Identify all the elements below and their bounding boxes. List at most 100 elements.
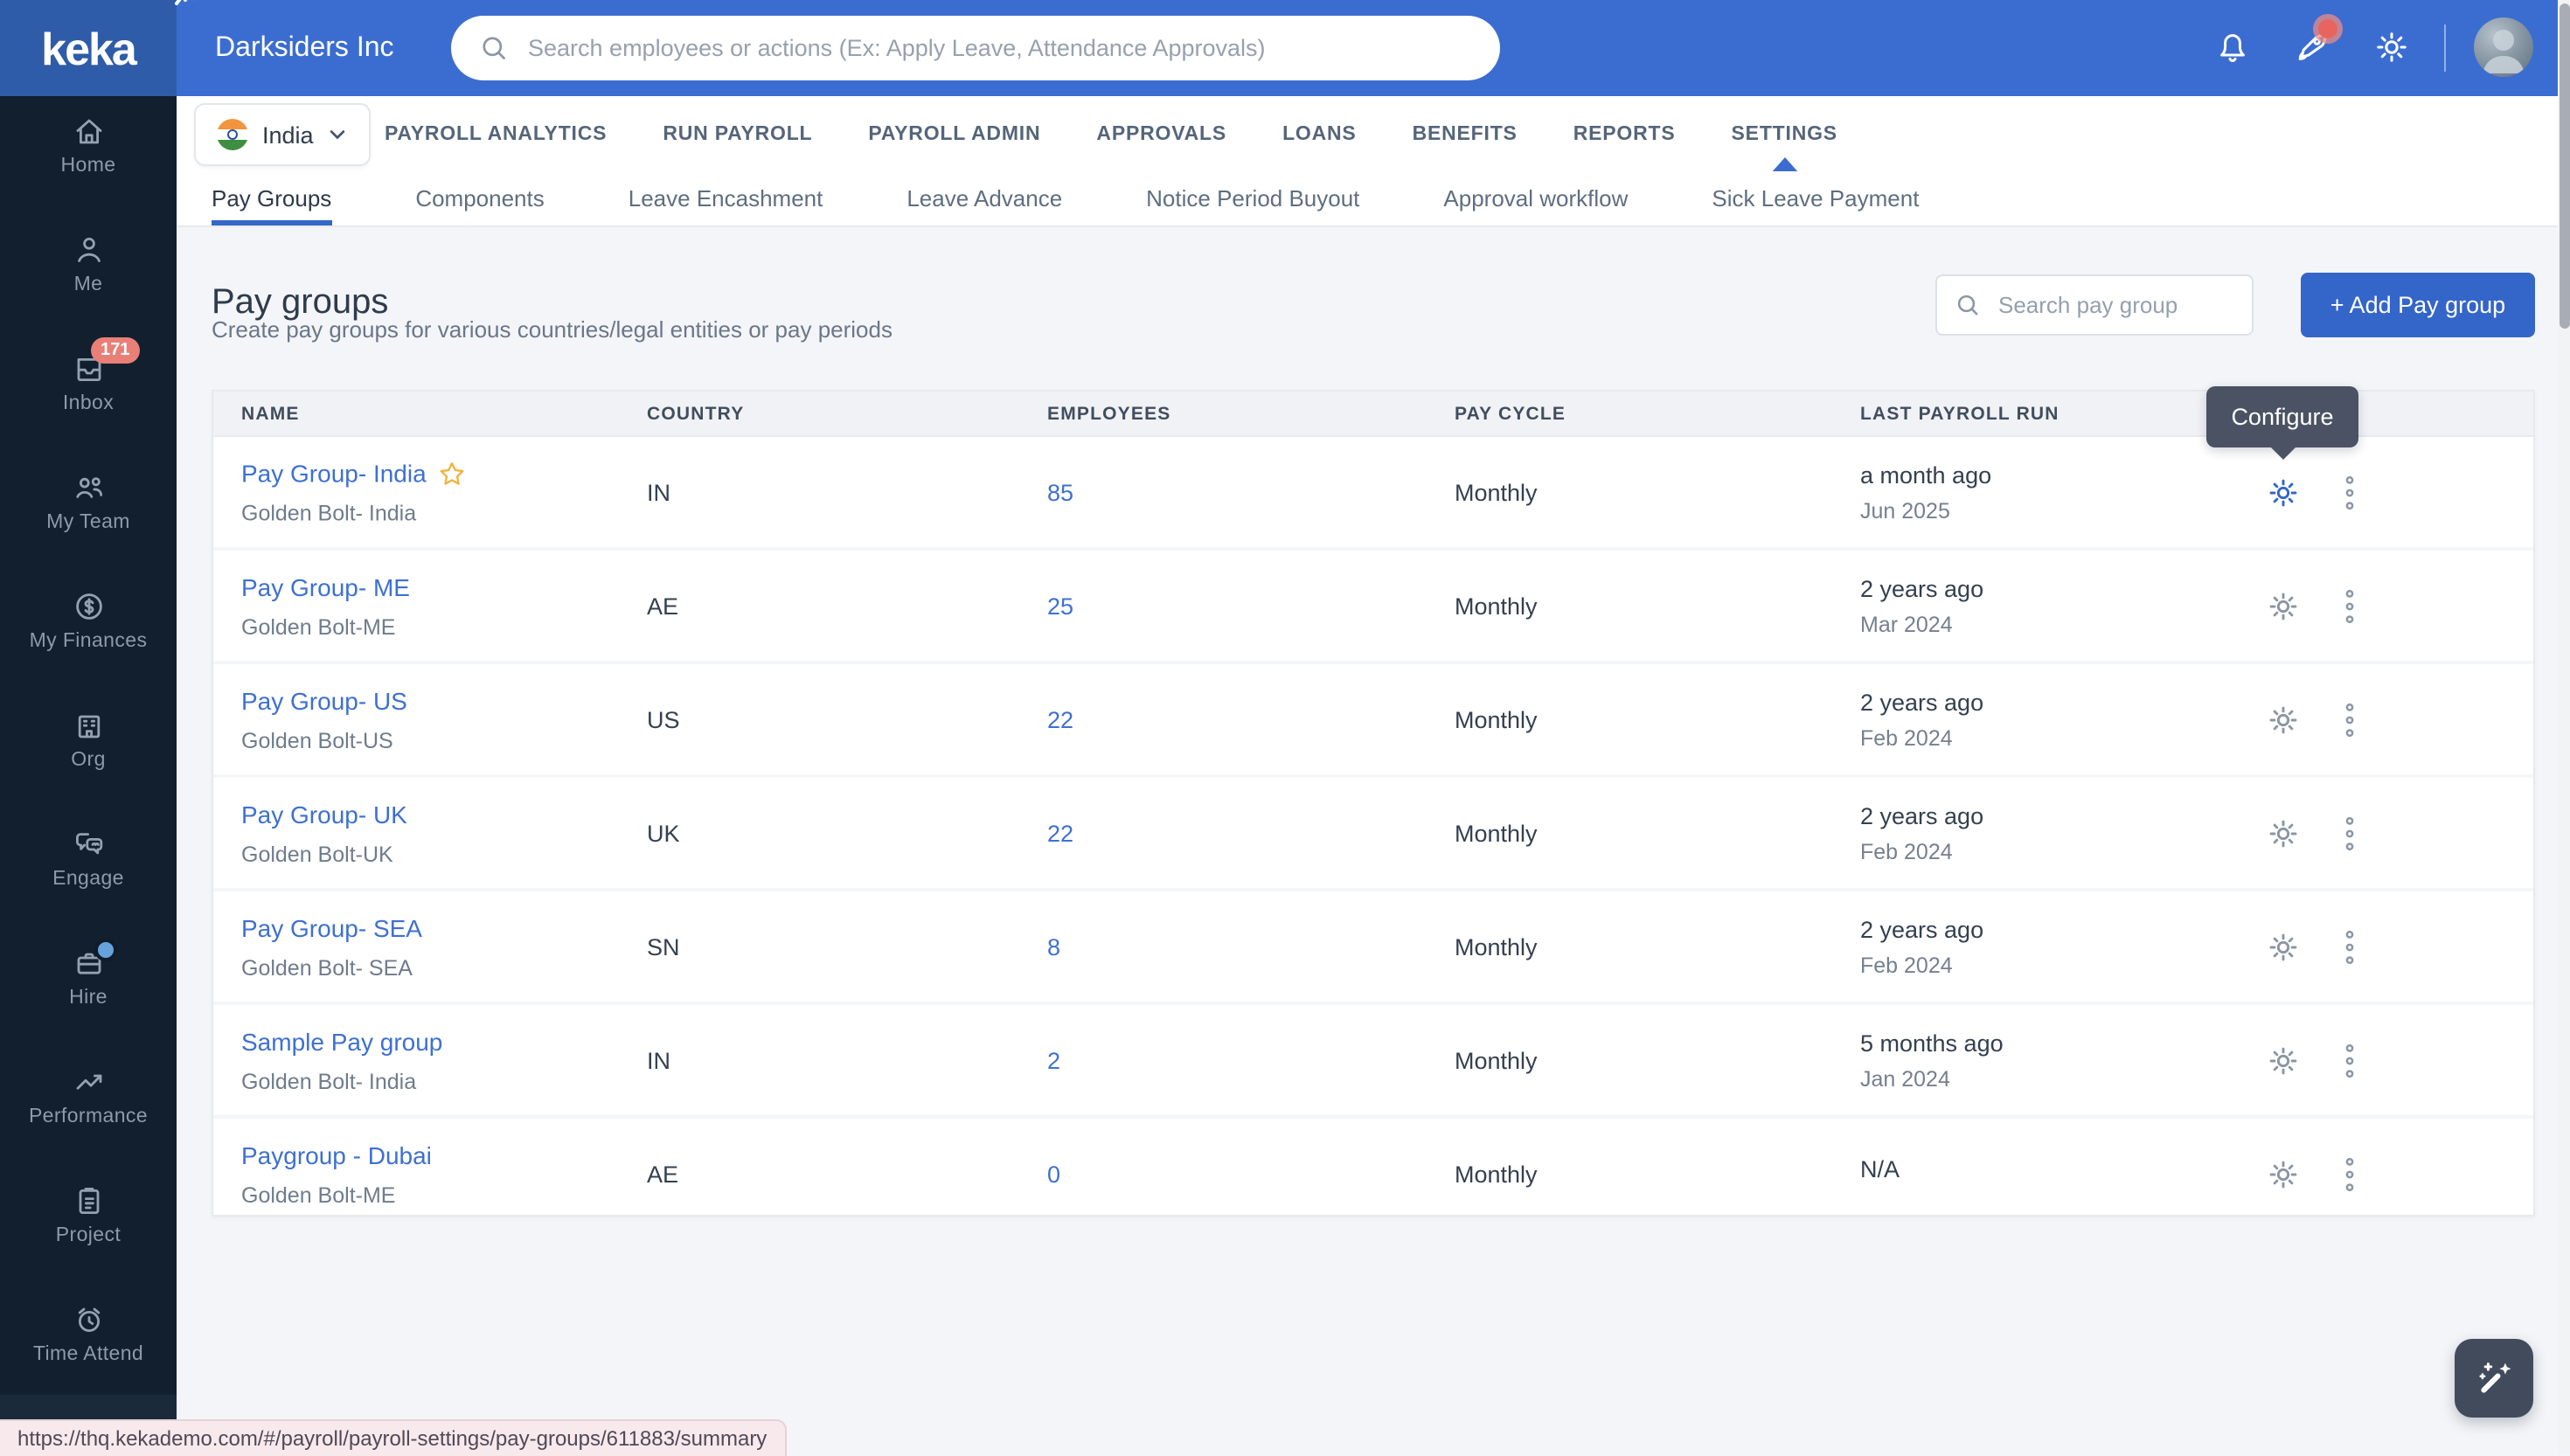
alarm-clock-icon [71, 1302, 106, 1337]
sidebar-item-label: Time Attend [33, 1344, 143, 1365]
pay-group-link[interactable]: Sample Pay group [241, 1027, 442, 1055]
configure-gear-icon[interactable] [2262, 1153, 2304, 1195]
subtab-components[interactable]: Components [415, 171, 544, 225]
row-menu-kebab-icon[interactable] [2329, 926, 2371, 967]
chat-bubbles-icon [71, 827, 106, 862]
tab-run-payroll[interactable]: RUN PAYROLL [663, 96, 812, 171]
user-avatar[interactable] [2474, 17, 2533, 77]
employees-count-link[interactable]: 2 [1047, 1047, 1060, 1073]
subtab-sick-leave-payment[interactable]: Sick Leave Payment [1712, 171, 1919, 225]
subtab-notice-period-buyout[interactable]: Notice Period Buyout [1146, 171, 1359, 225]
configure-gear-icon[interactable] [2262, 698, 2304, 740]
team-icon [71, 470, 106, 505]
last-run-relative: a month ago [1860, 461, 1991, 488]
row-menu-kebab-icon[interactable] [2329, 812, 2371, 854]
configure-gear-icon[interactable] [2262, 471, 2304, 513]
sidebar-item-engage[interactable]: Engage [0, 809, 177, 928]
sidebar-item-label: Project [56, 1225, 121, 1246]
country-code: AE [647, 1161, 678, 1187]
magic-wand-button[interactable] [2455, 1339, 2533, 1418]
hire-notification-dot [94, 939, 116, 961]
nav-tabs: PAYROLL ANALYTICS RUN PAYROLL PAYROLL AD… [385, 96, 1837, 171]
sidebar-item-org[interactable]: Org [0, 690, 177, 809]
subtab-leave-advance[interactable]: Leave Advance [906, 171, 1062, 225]
legal-entity: Golden Bolt- SEA [241, 955, 422, 980]
last-run-relative: 5 months ago [1860, 1030, 2004, 1056]
scrollbar-thumb[interactable] [2559, 3, 2569, 329]
tab-payroll-analytics[interactable]: PAYROLL ANALYTICS [385, 96, 607, 171]
sidebar-item-my-finances[interactable]: My Finances [0, 572, 177, 690]
sidebar-item-label: Inbox [63, 393, 114, 414]
rocket-badge [2318, 19, 2337, 38]
row-menu-kebab-icon[interactable] [2329, 1153, 2371, 1195]
column-last-payroll-run: LAST PAYROLL RUN [1860, 403, 2059, 424]
sidebar-item-time-attend[interactable]: Time Attend [0, 1285, 177, 1404]
table-row: Pay Group- SEA Golden Bolt- SEA SN 8 Mon… [213, 891, 2533, 1005]
last-run-relative: N/A [1860, 1155, 1900, 1182]
country-selector[interactable]: India [194, 103, 372, 166]
favorite-star-icon[interactable] [437, 459, 467, 489]
pay-group-link[interactable]: Pay Group- India [241, 459, 467, 489]
pay-cycle: Monthly [1455, 593, 1538, 619]
global-search[interactable] [451, 16, 1500, 80]
tab-approvals[interactable]: APPROVALS [1096, 96, 1226, 171]
sidebar-item-label: My Finances [30, 631, 148, 652]
row-menu-kebab-icon[interactable] [2329, 585, 2371, 627]
add-pay-group-button[interactable]: + Add Pay group [2301, 273, 2535, 337]
subtab-leave-encashment[interactable]: Leave Encashment [629, 171, 823, 225]
employees-count-link[interactable]: 0 [1047, 1161, 1060, 1187]
pay-group-link[interactable]: Paygroup - Dubai [241, 1141, 432, 1168]
row-menu-kebab-icon[interactable] [2329, 698, 2371, 740]
sidebar-item-my-team[interactable]: My Team [0, 453, 177, 572]
sidebar-item-home[interactable]: Home [0, 96, 177, 215]
sidebar-item-performance[interactable]: Performance [0, 1047, 177, 1166]
pay-group-search-input[interactable] [1995, 290, 2234, 320]
whats-new-rocket-icon[interactable] [2290, 26, 2332, 68]
table-row: Pay Group- US Golden Bolt-US US 22 Month… [213, 664, 2533, 778]
row-menu-kebab-icon[interactable] [2329, 1039, 2371, 1081]
pay-group-link[interactable]: Pay Group- ME [241, 572, 410, 600]
tab-payroll-admin[interactable]: PAYROLL ADMIN [868, 96, 1040, 171]
last-run-relative: 2 years ago [1860, 916, 1983, 942]
configure-gear-icon[interactable] [2262, 812, 2304, 854]
pay-group-link[interactable]: Pay Group- US [241, 686, 407, 714]
pay-group-link[interactable]: Pay Group- UK [241, 800, 407, 828]
table-row: Pay Group- ME Golden Bolt-ME AE 25 Month… [213, 551, 2533, 664]
logo-spark-icon [173, 0, 201, 7]
employees-count-link[interactable]: 85 [1047, 479, 1073, 505]
column-employees: EMPLOYEES [1047, 403, 1171, 424]
configure-tooltip: Configure [2206, 386, 2358, 447]
pay-group-search[interactable] [1935, 274, 2254, 336]
tab-reports[interactable]: REPORTS [1573, 96, 1676, 171]
employees-count-link[interactable]: 22 [1047, 820, 1073, 846]
sidebar-item-hire[interactable]: Hire [0, 928, 177, 1047]
pay-group-link[interactable]: Pay Group- SEA [241, 913, 422, 941]
pay-cycle: Monthly [1455, 933, 1538, 960]
tab-loans[interactable]: LOANS [1282, 96, 1357, 171]
configure-gear-icon[interactable] [2262, 585, 2304, 627]
employees-count-link[interactable]: 22 [1047, 706, 1073, 732]
settings-gear-icon[interactable] [2371, 26, 2413, 68]
global-search-input[interactable] [524, 33, 1472, 63]
tab-benefits[interactable]: BENEFITS [1413, 96, 1518, 171]
subtab-pay-groups[interactable]: Pay Groups [212, 171, 331, 225]
pay-cycle: Monthly [1455, 479, 1538, 505]
tab-settings[interactable]: SETTINGS [1732, 96, 1837, 171]
configure-gear-icon[interactable] [2262, 1039, 2304, 1081]
subtab-approval-workflow[interactable]: Approval workflow [1443, 171, 1628, 225]
sidebar-item-project[interactable]: Project [0, 1166, 177, 1285]
sidebar-item-label: Engage [52, 869, 124, 890]
chevron-down-icon [328, 124, 349, 145]
column-country: COUNTRY [647, 403, 744, 424]
employees-count-link[interactable]: 25 [1047, 593, 1073, 619]
keka-logo[interactable]: keka [0, 0, 177, 96]
sidebar-item-inbox[interactable]: 171 Inbox [0, 334, 177, 453]
payroll-module-nav: India PAYROLL ANALYTICS RUN PAYROLL PAYR… [177, 96, 2558, 173]
sidebar-item-label: Org [71, 750, 106, 771]
configure-gear-icon[interactable] [2262, 926, 2304, 967]
notifications-bell-icon[interactable] [2212, 26, 2254, 68]
legal-entity: Golden Bolt-ME [241, 1182, 432, 1207]
employees-count-link[interactable]: 8 [1047, 933, 1060, 960]
row-menu-kebab-icon[interactable] [2329, 471, 2371, 513]
sidebar-item-me[interactable]: Me [0, 215, 177, 334]
